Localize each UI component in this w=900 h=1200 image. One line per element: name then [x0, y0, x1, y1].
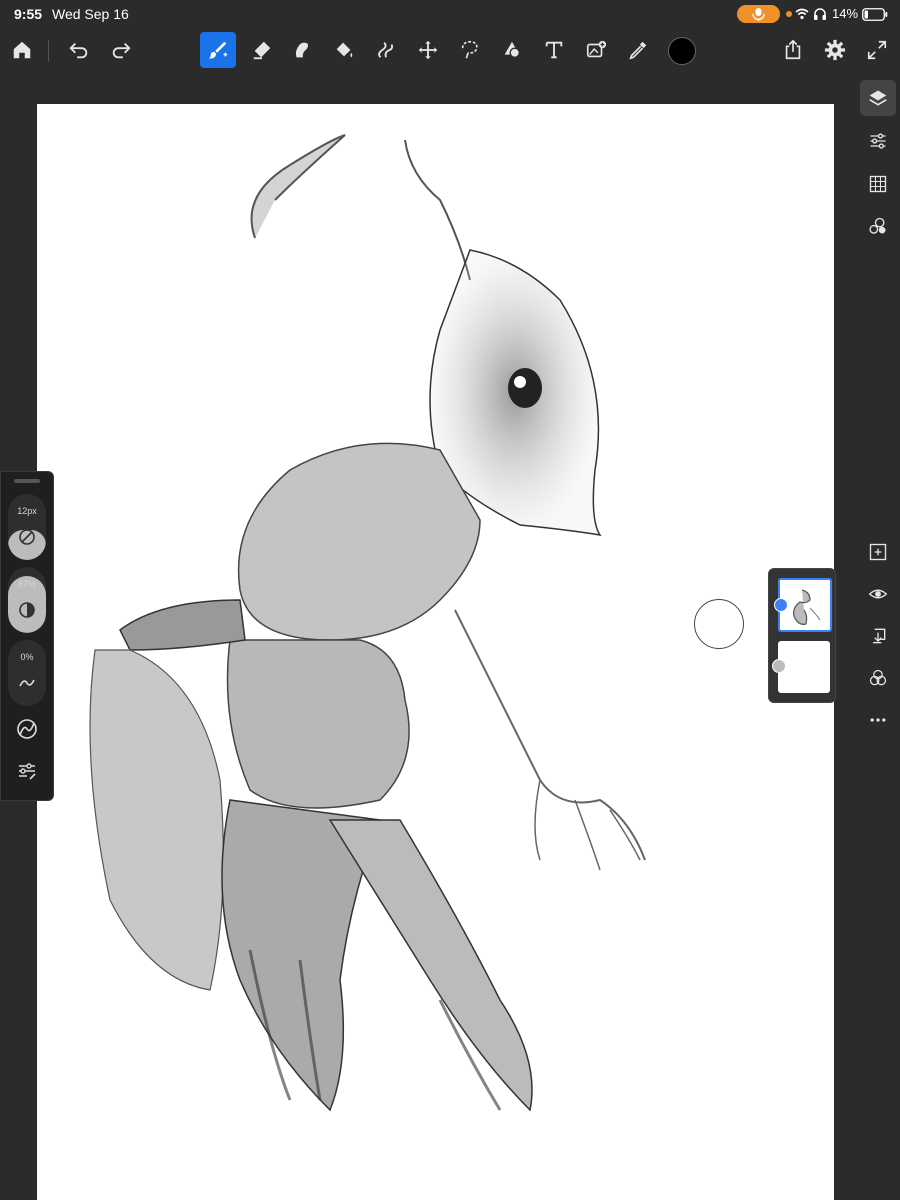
visibility-icon[interactable] [862, 578, 894, 610]
shapes-icon[interactable] [862, 210, 894, 242]
adjustments-icon[interactable] [862, 125, 894, 157]
transform-icon[interactable] [412, 34, 444, 66]
wifi-icon [795, 7, 809, 25]
redo-icon[interactable] [105, 34, 137, 66]
fill-icon[interactable] [328, 34, 360, 66]
sketch-artwork [89, 134, 646, 1112]
status-bar: 9:55 Wed Sep 16 14% [0, 0, 900, 28]
brush-picker-icon[interactable] [15, 717, 39, 741]
brush-icon[interactable] [200, 32, 236, 68]
brush-panel: 12px 87% 0% [0, 471, 54, 801]
status-date: Wed Sep 16 [52, 6, 129, 22]
smudge-icon[interactable] [286, 34, 318, 66]
home-icon[interactable] [6, 34, 38, 66]
toolbar-divider [48, 40, 49, 62]
share-icon[interactable] [777, 34, 809, 66]
grid-icon[interactable] [862, 168, 894, 200]
layers-panel [768, 568, 836, 703]
headphones-icon [813, 7, 827, 25]
image-icon[interactable] [580, 34, 612, 66]
fullscreen-icon[interactable] [861, 34, 893, 66]
undo-icon[interactable] [63, 34, 95, 66]
shape-icon[interactable] [496, 34, 528, 66]
layer-thumbnail-sketch[interactable] [774, 578, 832, 632]
brush-size-icon [18, 528, 36, 551]
flow-icon [18, 674, 36, 697]
brush-opacity-slider[interactable]: 87% [8, 567, 46, 633]
brush-size-slider[interactable]: 12px [8, 494, 46, 560]
status-time: 9:55 [14, 6, 43, 22]
battery-percent: 14% [832, 6, 859, 21]
privacy-dot [786, 11, 792, 17]
brush-opacity-value: 87% [17, 579, 36, 589]
merge-down-icon[interactable] [862, 620, 894, 652]
brush-flow-value: 0% [20, 652, 34, 662]
lasso-icon[interactable] [454, 34, 486, 66]
eraser-icon[interactable] [246, 34, 278, 66]
eyedropper-icon[interactable] [622, 34, 654, 66]
layer-settings-icon[interactable] [774, 598, 788, 612]
panel-grip[interactable] [14, 479, 40, 483]
layer-thumbnail-empty[interactable] [772, 641, 830, 693]
liquify-icon[interactable] [370, 34, 402, 66]
brush-flow-slider[interactable]: 0% [8, 640, 46, 706]
drawing-canvas[interactable] [37, 104, 834, 1200]
brush-settings-icon[interactable] [15, 759, 39, 783]
layers-icon[interactable] [860, 80, 896, 116]
more-icon[interactable] [862, 704, 894, 736]
opacity-icon [18, 601, 36, 624]
brush-size-value: 12px [17, 506, 37, 516]
color-swatch[interactable] [668, 37, 696, 65]
blend-mode-icon[interactable] [862, 662, 894, 694]
brush-cursor [694, 599, 744, 649]
text-icon[interactable] [538, 34, 570, 66]
battery-icon [862, 8, 888, 26]
settings-icon[interactable] [819, 34, 851, 66]
layer-settings-icon[interactable] [772, 659, 786, 673]
mic-icon [737, 5, 780, 23]
add-layer-icon[interactable] [862, 536, 894, 568]
top-toolbar [0, 28, 900, 72]
